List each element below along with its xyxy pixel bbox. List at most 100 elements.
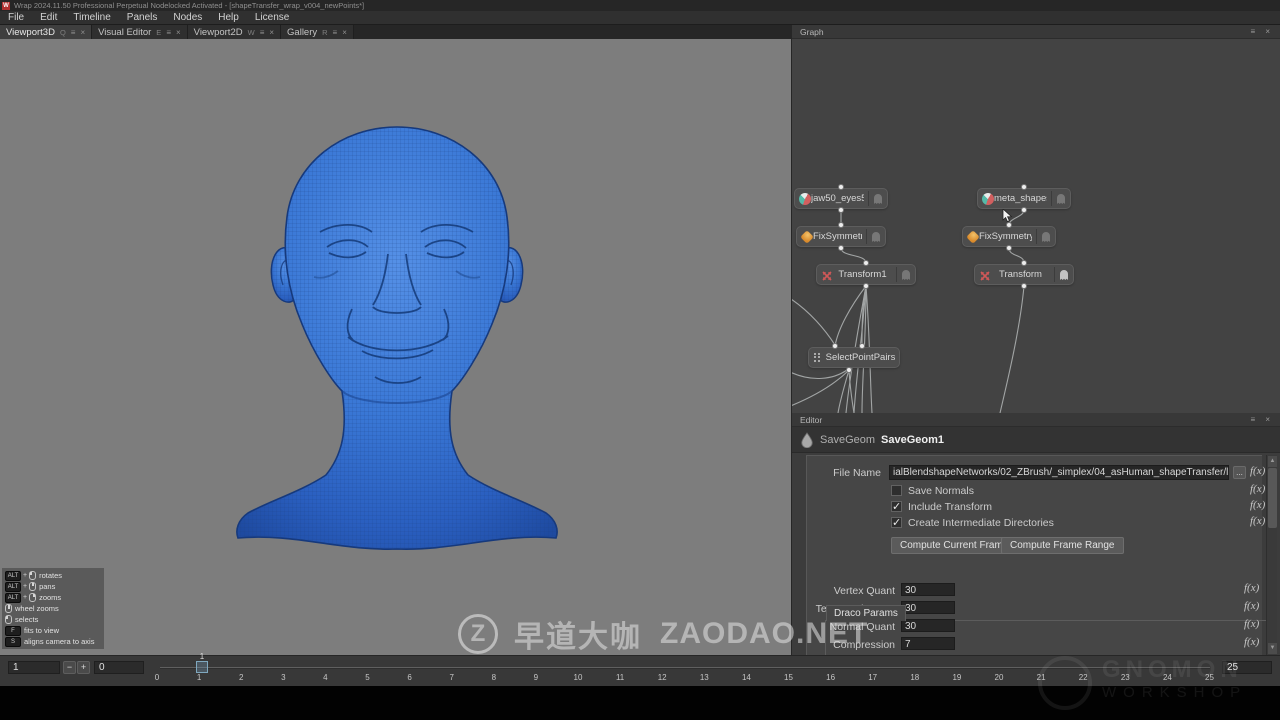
f-keycap: F <box>5 626 21 636</box>
node-port[interactable] <box>846 367 852 373</box>
savegeom-droplet-icon <box>800 432 814 448</box>
timeline-playhead[interactable] <box>196 661 208 673</box>
tab-close-icon[interactable]: × <box>269 28 274 37</box>
scroll-down-icon[interactable]: ▼ <box>1268 643 1277 654</box>
normal-quant-input[interactable]: 30 <box>901 619 955 632</box>
head-mesh-3d-model[interactable] <box>0 39 792 655</box>
fx-expression-button[interactable]: f(x) <box>1244 582 1259 594</box>
mouse-cursor <box>1002 209 1013 223</box>
ruler-tick: 12 <box>651 673 673 682</box>
compression-input[interactable]: 7 <box>901 637 955 650</box>
node-port[interactable] <box>1021 283 1027 289</box>
fx-expression-button[interactable]: f(x) <box>1244 618 1259 630</box>
browse-button[interactable]: ... <box>1233 466 1246 479</box>
node-port[interactable] <box>838 222 844 228</box>
ruler-tick: 4 <box>314 673 336 682</box>
vertex-quant-input[interactable]: 30 <box>901 583 955 596</box>
scrollbar-thumb[interactable] <box>1268 468 1277 528</box>
node-port[interactable] <box>863 283 869 289</box>
visibility-ghost-icon[interactable] <box>1052 194 1070 204</box>
current-frame-input[interactable]: 1 <box>8 661 60 674</box>
fx-expression-button[interactable]: f(x) <box>1250 465 1265 477</box>
graph-node-jaw50-eyes50[interactable]: jaw50_eyes50 <box>794 188 888 209</box>
graph-panel-header: Graph ≡ × <box>792 25 1280 39</box>
graph-node-meta-shapes[interactable]: meta_shapes <box>977 188 1071 209</box>
file-name-input[interactable]: ialBlendshapeNetworks/02_ZBrush/_simplex… <box>889 465 1229 480</box>
node-graph-canvas[interactable]: jaw50_eyes50 meta_shapes FixSymmetry1 Fi… <box>792 39 1280 413</box>
fx-expression-button[interactable]: f(x) <box>1250 499 1265 511</box>
fx-expression-button[interactable]: f(x) <box>1244 600 1259 612</box>
tab-gallery[interactable]: Gallery R ≡ × <box>281 25 354 39</box>
checkbox-0[interactable] <box>891 485 902 496</box>
graph-node-transform1[interactable]: Transform1 <box>816 264 916 285</box>
compute-current-frame-button[interactable]: Compute Current Frame <box>891 537 1017 554</box>
visibility-ghost-icon[interactable] <box>897 270 915 280</box>
graph-node-selectpointpairs[interactable]: SelectPointPairs <box>808 347 900 368</box>
node-port[interactable] <box>1006 245 1012 251</box>
fx-expression-button[interactable]: f(x) <box>1250 515 1265 527</box>
node-port[interactable] <box>832 343 838 349</box>
menu-license[interactable]: License <box>247 11 297 24</box>
frame-decrement-button[interactable]: − <box>63 661 76 674</box>
compute-frame-range-button[interactable]: Compute Frame Range <box>1001 537 1124 554</box>
tab-menu-icon[interactable]: ≡ <box>260 28 265 37</box>
legend-label: wheel zooms <box>15 604 59 613</box>
tab-close-icon[interactable]: × <box>80 28 85 37</box>
title-bar: W Wrap 2024.11.50 Professional Perpetual… <box>0 0 1280 11</box>
selectpointpairs-node-icon <box>814 353 822 363</box>
viewport-3d[interactable]: ALT + rotates ALT + pans ALT + zooms whe… <box>0 39 792 655</box>
visibility-ghost-icon[interactable] <box>869 194 887 204</box>
ruler-tick: 20 <box>988 673 1010 682</box>
node-port[interactable] <box>859 343 865 349</box>
graph-node-fixsymmetry1[interactable]: FixSymmetry1 <box>796 226 886 247</box>
playhead-frame-label: 1 <box>192 652 212 661</box>
window-title: Wrap 2024.11.50 Professional Perpetual N… <box>14 1 364 10</box>
geometry-node-icon <box>799 193 811 205</box>
visibility-ghost-icon[interactable] <box>867 232 885 242</box>
tab-menu-icon[interactable]: ≡ <box>333 28 338 37</box>
graph-node-fixsymmetry2[interactable]: FixSymmetry2 <box>962 226 1056 247</box>
viewport-hotkey-legend: ALT + rotates ALT + pans ALT + zooms whe… <box>2 568 104 649</box>
tab-viewport2d[interactable]: Viewport2D W ≡ × <box>188 25 281 39</box>
menu-edit[interactable]: Edit <box>32 11 65 24</box>
tex-coord-quant-input[interactable]: 30 <box>901 601 955 614</box>
node-port[interactable] <box>838 245 844 251</box>
visibility-ghost-icon[interactable] <box>1055 270 1073 280</box>
tab-visual-editor[interactable]: Visual Editor E ≡ × <box>92 25 188 39</box>
fx-expression-button[interactable]: f(x) <box>1250 483 1265 495</box>
node-port[interactable] <box>1021 184 1027 190</box>
tab-close-icon[interactable]: × <box>342 28 347 37</box>
frame-increment-button[interactable]: + <box>77 661 90 674</box>
ruler-tick: 14 <box>735 673 757 682</box>
ruler-tick: 18 <box>904 673 926 682</box>
node-label: jaw50_eyes50 <box>811 193 864 204</box>
menu-help[interactable]: Help <box>210 11 247 24</box>
node-port[interactable] <box>863 260 869 266</box>
graph-node-transform[interactable]: Transform <box>974 264 1074 285</box>
mouse-wheel-icon <box>5 604 12 613</box>
node-port[interactable] <box>1021 207 1027 213</box>
checkbox-2[interactable]: ✓ <box>891 517 902 528</box>
node-port[interactable] <box>1021 260 1027 266</box>
checkbox-1[interactable]: ✓ <box>891 501 902 512</box>
tab-menu-icon[interactable]: ≡ <box>71 28 76 37</box>
visibility-ghost-icon[interactable] <box>1037 232 1055 242</box>
editor-panel-title: Editor <box>792 415 1250 425</box>
menu-file[interactable]: File <box>0 11 32 24</box>
fx-expression-button[interactable]: f(x) <box>1244 636 1259 648</box>
menu-panels[interactable]: Panels <box>119 11 166 24</box>
panel-menu-close-icons[interactable]: ≡ × <box>1250 27 1280 36</box>
node-port[interactable] <box>838 207 844 213</box>
editor-scrollbar[interactable]: ▲ ▼ <box>1266 455 1277 655</box>
start-frame-input[interactable]: 0 <box>94 661 144 674</box>
tab-viewport3d[interactable]: Viewport3D Q ≡ × <box>0 25 92 39</box>
menu-timeline[interactable]: Timeline <box>65 11 118 24</box>
node-port[interactable] <box>838 184 844 190</box>
menu-nodes[interactable]: Nodes <box>165 11 210 24</box>
scroll-up-icon[interactable]: ▲ <box>1268 456 1277 467</box>
editor-panel-header: Editor ≡ × <box>792 413 1280 427</box>
tab-close-icon[interactable]: × <box>176 28 181 37</box>
tab-menu-icon[interactable]: ≡ <box>166 28 171 37</box>
legend-row-align: S aligns camera to axis <box>5 636 101 647</box>
panel-menu-close-icons[interactable]: ≡ × <box>1250 415 1280 424</box>
